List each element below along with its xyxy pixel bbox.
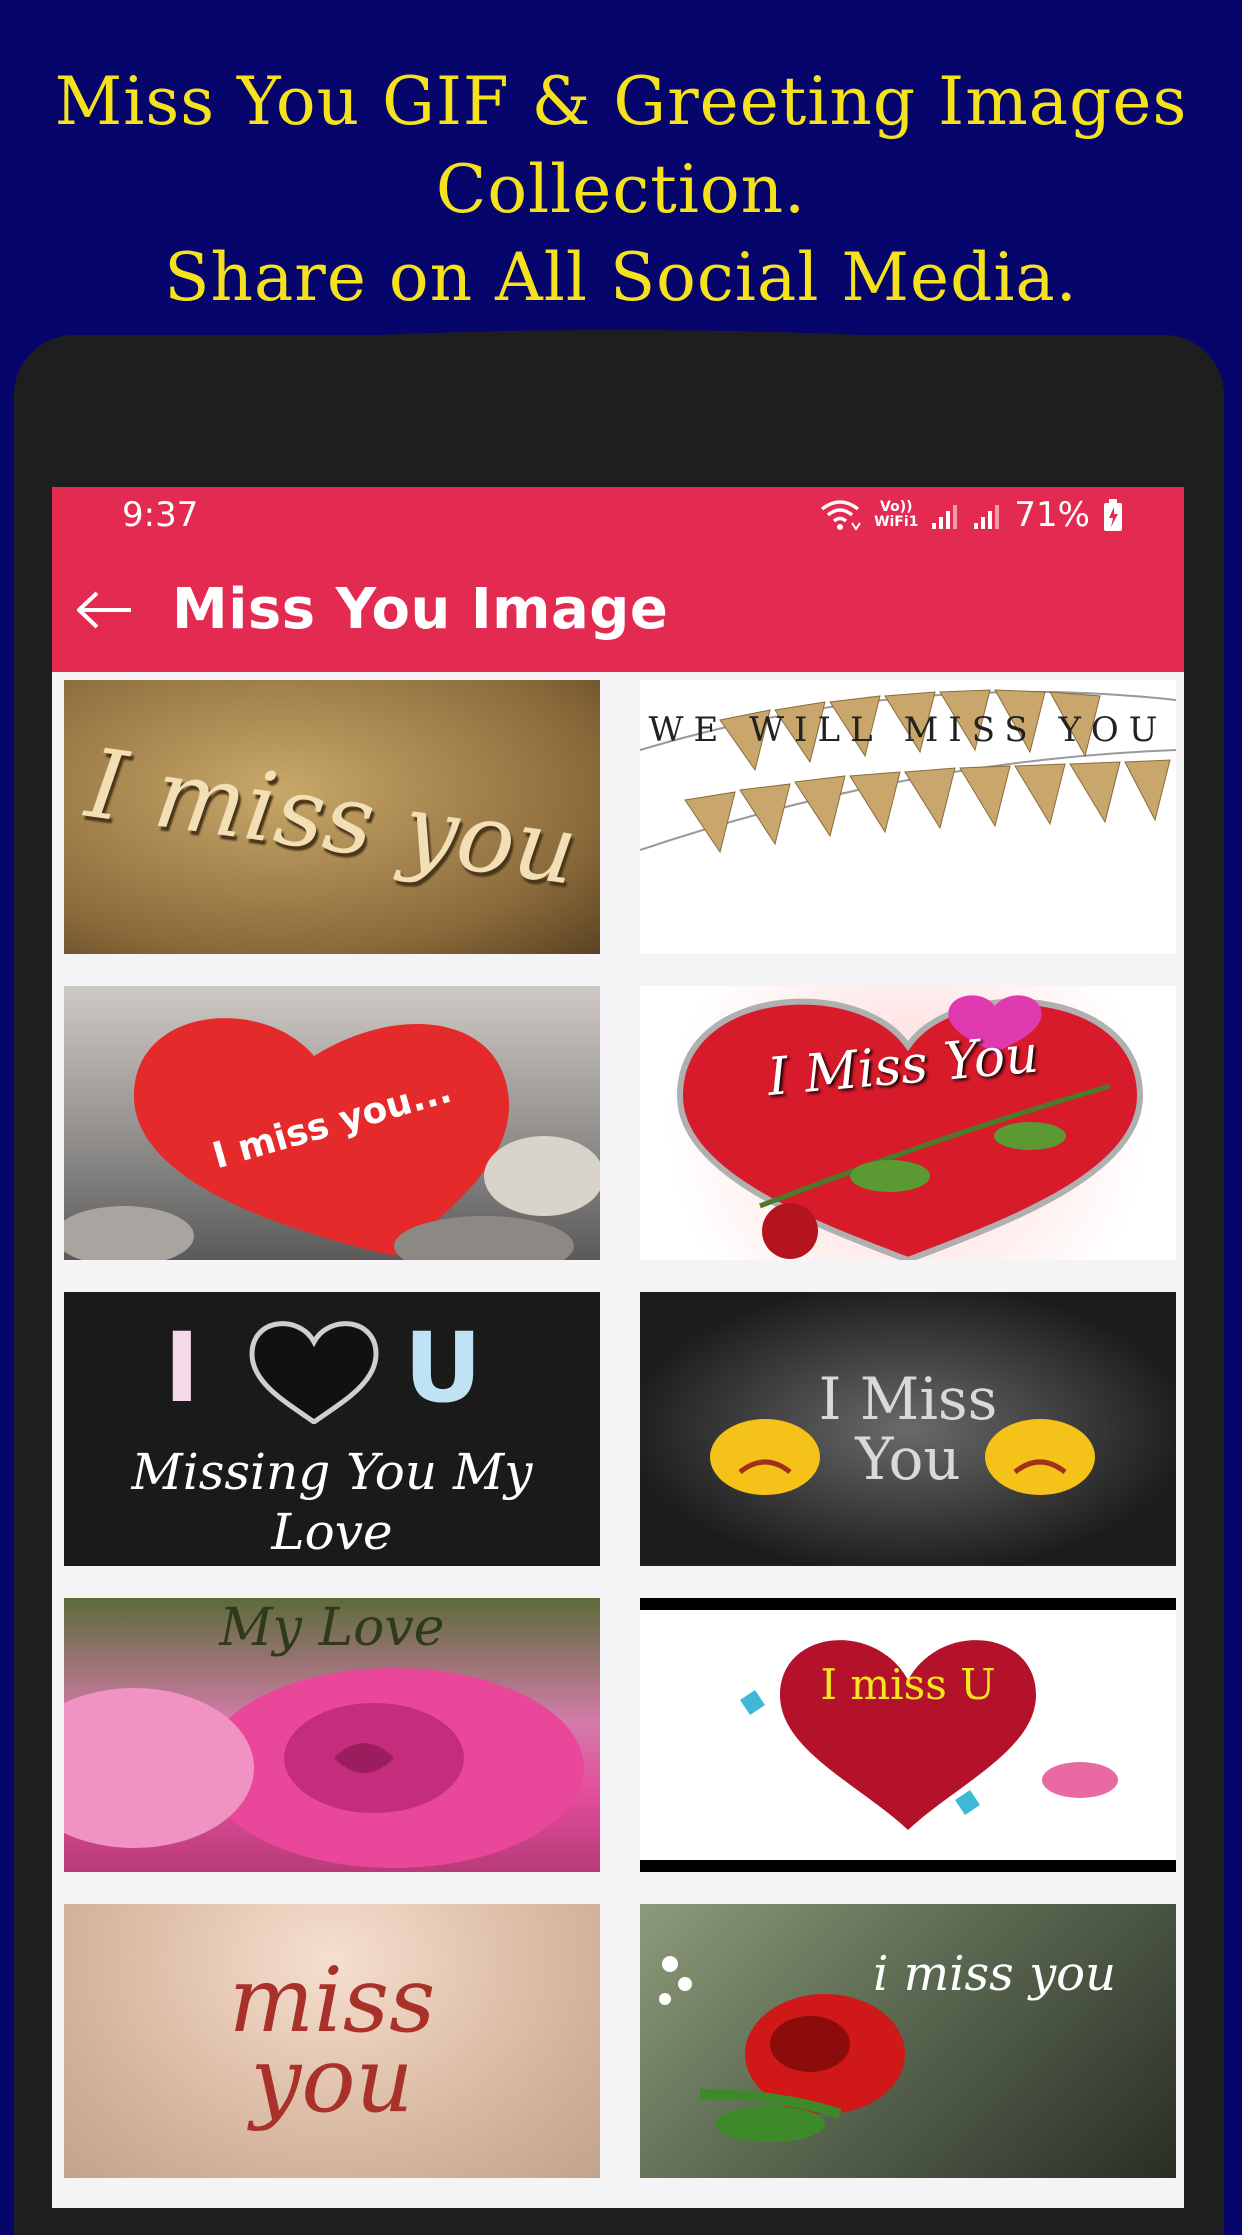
wifi-calling-label: WiFi1: [874, 514, 919, 530]
image-tile-4[interactable]: I Miss You: [640, 986, 1176, 1260]
arrow-left-icon: [77, 591, 131, 629]
tile-caption: I miss you: [80, 727, 584, 907]
tile-caption: I miss U: [820, 1660, 996, 1709]
status-bar: 9:37 Vo)) WiFi1 71%: [52, 487, 1184, 547]
wifi-icon: [818, 497, 862, 533]
tile-caption: I Miss You: [818, 1365, 998, 1493]
tile-caption: Missing You My Love: [131, 1443, 533, 1561]
image-tile-1[interactable]: I miss you: [64, 680, 600, 954]
tile-caption: i miss you: [873, 1946, 1116, 2002]
app-title: Miss You Image: [172, 577, 669, 642]
image-tile-10[interactable]: i miss you: [640, 1904, 1176, 2178]
image-tile-6[interactable]: I Miss You: [640, 1292, 1176, 1566]
signal-bars-2-icon: [972, 499, 1002, 531]
phone-screen: 9:37 Vo)) WiFi1 71% Miss You Image I mis…: [52, 487, 1184, 2208]
promo-headline: Miss You GIF & Greeting Images Collectio…: [0, 58, 1242, 322]
promo-line-2: Collection.: [435, 151, 807, 228]
tile-caption: I Miss You: [765, 1024, 1041, 1108]
tile-letter-i: I: [164, 1312, 200, 1424]
image-tile-7[interactable]: My Love: [64, 1598, 600, 1872]
image-tile-2[interactable]: WE WILL MISS YOU: [640, 680, 1176, 954]
tile-caption: miss you: [228, 1948, 436, 2133]
volte-wifi-indicator: Vo)) WiFi1: [874, 500, 918, 530]
battery-percent: 71%: [1014, 495, 1090, 535]
promo-line-1: Miss You GIF & Greeting Images: [54, 63, 1188, 140]
app-bar: Miss You Image: [52, 547, 1184, 672]
phone-frame-top: [14, 330, 1224, 470]
heart-outline-icon: [249, 1321, 379, 1424]
image-tile-9[interactable]: miss you: [64, 1904, 600, 2178]
tile-caption: My Love: [219, 1598, 445, 1658]
status-icons: Vo)) WiFi1 71%: [818, 493, 1124, 537]
image-tile-5[interactable]: I U Missing You My Love: [64, 1292, 600, 1566]
signal-bars-1-icon: [930, 499, 960, 531]
status-time: 9:37: [122, 495, 199, 535]
back-button[interactable]: [70, 575, 140, 645]
volte-label: Vo)): [880, 499, 913, 515]
battery-charging-icon: [1102, 498, 1124, 532]
image-tile-8[interactable]: I miss U: [640, 1598, 1176, 1872]
tile-letter-u: U: [404, 1312, 482, 1424]
promo-line-3: Share on All Social Media.: [164, 239, 1078, 316]
image-tile-3[interactable]: I miss you...: [64, 986, 600, 1260]
tile-caption: WE WILL MISS YOU: [648, 710, 1168, 750]
